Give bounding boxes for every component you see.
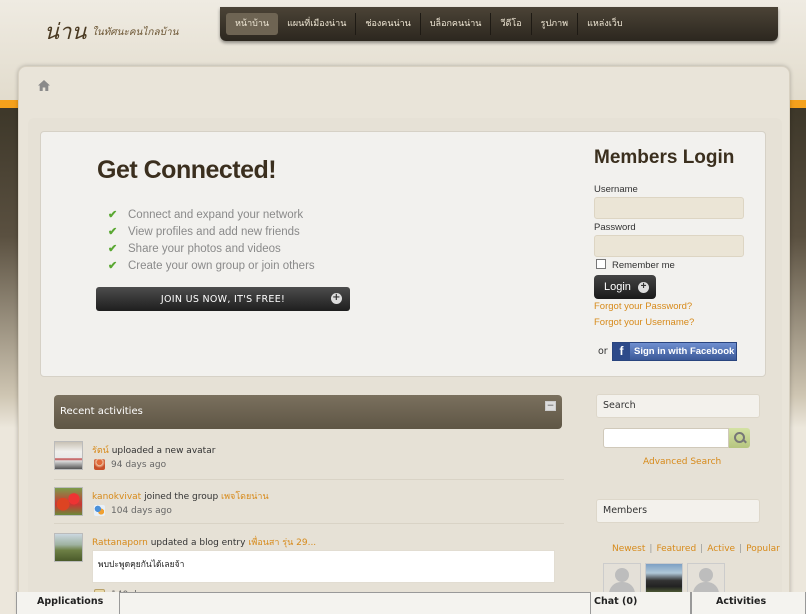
plus-icon: + — [638, 282, 649, 293]
password-label: Password — [594, 222, 636, 233]
search-module-header: Search — [596, 394, 760, 418]
user-icon — [94, 459, 105, 470]
tab-newest[interactable]: Newest — [612, 544, 645, 554]
feature-item: ✔ Share your photos and videos — [108, 241, 315, 258]
remember-label: Remember me — [612, 260, 675, 271]
plus-icon: + — [331, 292, 342, 304]
username-label: Username — [594, 184, 638, 195]
collapse-icon[interactable]: − — [545, 401, 556, 411]
activity-meta: 94 days ago — [94, 459, 166, 470]
blog-excerpt: พบปะพูดคุยกันได้เลยจ้า — [92, 550, 555, 583]
member-avatar[interactable] — [603, 563, 641, 596]
activity-text: kanokvivat joined the group เพจโดยน่าน — [92, 489, 269, 503]
top-navigation: หน้าบ้าน แผนที่เมืองน่าน ช่องคนน่าน บล็อ… — [220, 7, 778, 41]
search-icon[interactable] — [729, 428, 750, 448]
feature-text: Connect and expand your network — [128, 209, 304, 221]
feature-text: Share your photos and videos — [128, 243, 281, 255]
tab-divider: | — [739, 544, 743, 554]
facebook-signin-button[interactable]: f Sign in with Facebook — [612, 342, 737, 361]
check-icon: ✔ — [108, 260, 118, 272]
search-input[interactable] — [603, 428, 729, 448]
check-icon: ✔ — [108, 226, 118, 238]
facebook-icon: f — [613, 343, 630, 360]
forgot-username-link[interactable]: Forgot your Username? — [594, 317, 694, 328]
nav-map[interactable]: แผนที่เมืองน่าน — [278, 13, 357, 35]
activities-label: Activities — [716, 596, 767, 607]
recent-activities-header: Recent activities − — [54, 395, 562, 429]
activity-meta: 104 days ago — [94, 505, 172, 516]
activity-text: Rattanaporn updated a blog entry เพื่อนส… — [92, 535, 316, 549]
activity-time: 104 days ago — [111, 505, 172, 516]
avatar-thumbnail[interactable] — [54, 533, 83, 562]
feature-text: View profiles and add new friends — [128, 226, 300, 238]
check-icon: ✔ — [108, 209, 118, 221]
logo-main-text: น่าน — [44, 20, 87, 45]
activity-user-link[interactable]: รัตน์ — [92, 446, 109, 456]
tab-divider: | — [700, 544, 704, 554]
applications-button[interactable]: Applications — [16, 592, 120, 614]
search-module-title: Search — [603, 400, 636, 411]
forgot-password-link[interactable]: Forgot your Password? — [594, 301, 692, 312]
home-icon[interactable] — [38, 80, 50, 92]
feature-item: ✔ Connect and expand your network — [108, 207, 315, 224]
activity-action: uploaded a new avatar — [108, 446, 216, 456]
activities-button[interactable]: Activities — [691, 592, 806, 614]
member-tabs: Newest | Featured | Active | Popular — [612, 544, 780, 554]
check-icon: ✔ — [108, 243, 118, 255]
recent-activities-title: Recent activities — [60, 406, 143, 417]
nav-blog[interactable]: บล็อกคนน่าน — [421, 13, 492, 35]
avatar-thumbnail[interactable] — [54, 487, 83, 516]
activity-user-link[interactable]: Rattanaporn — [92, 538, 148, 548]
feature-list: ✔ Connect and expand your network ✔ View p… — [108, 207, 315, 275]
password-field[interactable] — [594, 235, 744, 257]
chat-label: Chat (0) — [594, 596, 638, 607]
or-label: or — [598, 346, 608, 357]
tab-active[interactable]: Active — [707, 544, 735, 554]
feature-item: ✔ Create your own group or join others — [108, 258, 315, 275]
join-button-label: JOIN US NOW, IT'S FREE! — [160, 293, 286, 305]
feature-text: Create your own group or join others — [128, 260, 315, 272]
group-icon — [94, 505, 105, 516]
tab-featured[interactable]: Featured — [656, 544, 696, 554]
activity-separator — [54, 523, 564, 524]
avatar-thumbnail[interactable] — [54, 441, 83, 470]
tab-popular[interactable]: Popular — [746, 544, 780, 554]
activity-action: joined the group — [141, 492, 222, 502]
activity-user-link[interactable]: kanokvivat — [92, 492, 141, 502]
member-avatar[interactable] — [687, 563, 725, 596]
get-connected-title: Get Connected! — [97, 156, 277, 184]
chat-button[interactable]: Chat (0) — [590, 592, 691, 614]
activity-blog-link[interactable]: เพื่อนสา รุ่น 29... — [248, 538, 316, 548]
nav-photos[interactable]: รูปภาพ — [532, 13, 579, 35]
facebook-signin-label: Sign in with Facebook — [634, 346, 735, 357]
activity-action: updated a blog entry — [147, 538, 249, 548]
login-button-label: Login — [604, 281, 631, 293]
member-avatar[interactable] — [645, 563, 683, 595]
activity-text: รัตน์ uploaded a new avatar — [92, 443, 215, 457]
nav-video[interactable]: วีดีโอ — [491, 13, 532, 35]
applications-label: Applications — [37, 596, 104, 607]
nav-channel[interactable]: ช่องคนน่าน — [356, 13, 421, 35]
logo-sub-text: ในทัศนะคนไกลบ้าน — [92, 27, 179, 38]
join-button[interactable]: JOIN US NOW, IT'S FREE! + — [96, 287, 350, 311]
nav-links[interactable]: แหล่งเว็บ — [578, 13, 632, 35]
remember-checkbox[interactable] — [596, 259, 606, 269]
members-login-title: Members Login — [594, 147, 735, 168]
login-button[interactable]: Login + — [594, 275, 656, 299]
members-module-header: Members — [596, 499, 760, 523]
activity-time: 94 days ago — [111, 459, 167, 470]
members-module-title: Members — [603, 505, 648, 516]
nav-home[interactable]: หน้าบ้าน — [226, 13, 279, 35]
advanced-search-link[interactable]: Advanced Search — [643, 457, 721, 467]
tab-divider: | — [649, 544, 653, 554]
username-field[interactable] — [594, 197, 744, 219]
activity-separator — [54, 479, 564, 480]
avatar-head — [699, 568, 713, 582]
feature-item: ✔ View profiles and add new friends — [108, 224, 315, 241]
activity-group-link[interactable]: เพจโดยน่าน — [221, 492, 269, 502]
avatar-head — [615, 568, 629, 582]
